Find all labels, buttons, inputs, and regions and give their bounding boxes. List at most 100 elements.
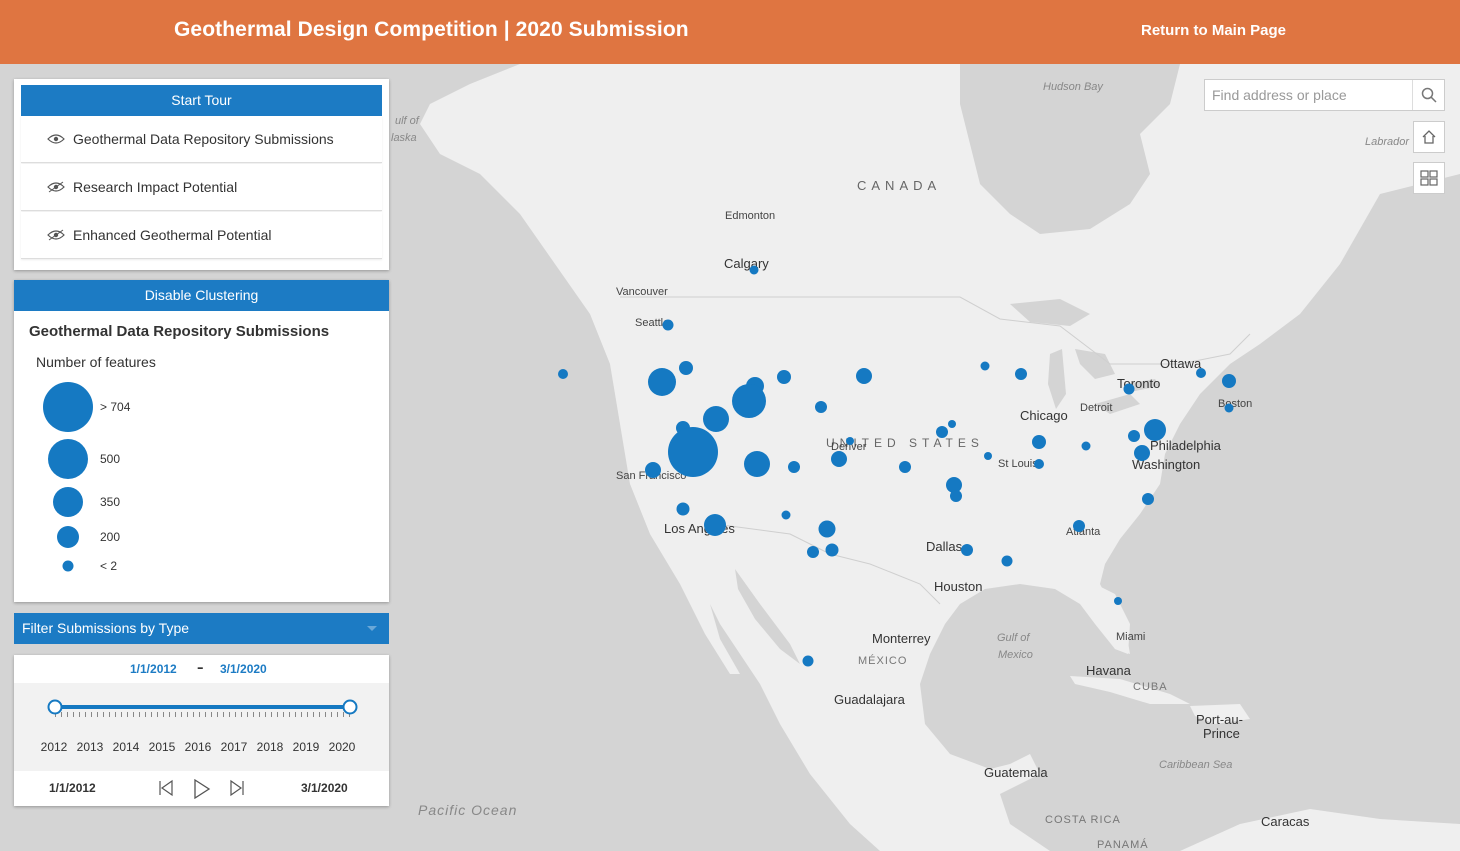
submission-cluster[interactable] (788, 461, 800, 473)
legend-class-label: 200 (100, 530, 121, 544)
label-guatemala: Guatemala (984, 765, 1048, 780)
year-label: 2017 (220, 740, 248, 754)
time-range-header: 1/1/2012 – 3/1/2020 (14, 655, 389, 683)
submission-cluster[interactable] (749, 265, 759, 275)
filter-dropdown[interactable]: Filter Submissions by Type (14, 613, 389, 644)
submission-cluster[interactable] (662, 319, 674, 331)
slider-end-handle[interactable] (342, 699, 358, 715)
label-gulf-alaska-1: ulf of (395, 115, 419, 127)
legend-class-label: 350 (100, 495, 121, 509)
label-guadalajara: Guadalajara (834, 692, 905, 707)
submission-cluster[interactable] (980, 361, 990, 371)
submission-cluster[interactable] (645, 462, 661, 478)
submission-cluster[interactable] (558, 369, 568, 379)
submission-cluster[interactable] (744, 451, 770, 477)
time-slider: 1/1/2012 – 3/1/2020 2012 2013 2014 2015 2016… (14, 655, 389, 806)
header-bar: Geothermal Design Competition | 2020 Sub… (0, 0, 1460, 64)
submission-cluster[interactable] (1128, 430, 1140, 442)
tour-item-repository[interactable]: Geothermal Data Repository Submissions (21, 116, 382, 163)
year-label: 2014 (112, 740, 140, 754)
submission-cluster[interactable] (781, 510, 791, 520)
submission-cluster[interactable] (807, 546, 819, 558)
submission-cluster[interactable] (1001, 555, 1013, 567)
submission-cluster[interactable] (899, 461, 911, 473)
submission-cluster[interactable] (856, 368, 872, 384)
year-label: 2015 (148, 740, 176, 754)
year-label: 2012 (40, 740, 68, 754)
slider-ticks (55, 712, 350, 717)
tour-item-enhanced-geothermal[interactable]: Enhanced Geothermal Potential (21, 212, 382, 259)
home-icon (1422, 130, 1436, 144)
basemap-gallery-button[interactable] (1413, 162, 1445, 194)
submission-cluster[interactable] (1123, 383, 1135, 395)
return-main-link[interactable]: Return to Main Page (1141, 22, 1286, 39)
start-tour-button[interactable]: Start Tour (21, 85, 382, 116)
legend-symbol (43, 382, 93, 432)
submission-cluster[interactable] (961, 544, 973, 556)
label-philadelphia: Philadelphia (1150, 438, 1221, 453)
submission-cluster[interactable] (1032, 435, 1046, 449)
submission-cluster[interactable] (1073, 520, 1085, 532)
year-label: 2018 (256, 740, 284, 754)
slider-start-handle[interactable] (47, 699, 63, 715)
tour-item-label: Enhanced Geothermal Potential (73, 227, 272, 243)
submission-cluster[interactable] (1196, 368, 1206, 378)
next-icon[interactable] (229, 779, 245, 797)
label-caracas: Caracas (1261, 814, 1310, 829)
submission-cluster[interactable] (1134, 445, 1150, 461)
label-boston: Boston (1218, 398, 1253, 410)
label-gulf-mexico-2: Mexico (998, 649, 1033, 661)
submission-cluster[interactable] (1114, 597, 1122, 605)
label-port-au-prince-2: Prince (1203, 726, 1240, 741)
year-label: 2019 (292, 740, 320, 754)
submission-cluster[interactable] (846, 437, 854, 445)
legend-symbol (53, 487, 83, 517)
submission-cluster[interactable] (936, 426, 948, 438)
submission-cluster[interactable] (679, 361, 693, 375)
submission-cluster[interactable] (668, 427, 718, 477)
label-mexico: MÉXICO (858, 655, 908, 667)
submission-cluster[interactable] (1034, 459, 1044, 469)
submission-cluster[interactable] (1224, 403, 1234, 413)
submission-cluster[interactable] (948, 420, 956, 428)
disable-clustering-button[interactable]: Disable Clustering (14, 280, 389, 311)
submission-cluster[interactable] (802, 655, 814, 667)
submission-cluster[interactable] (984, 452, 992, 460)
submission-cluster[interactable] (831, 451, 847, 467)
play-icon[interactable] (193, 779, 211, 799)
label-st-louis: St Louis (998, 458, 1038, 470)
label-miami: Miami (1116, 631, 1146, 643)
label-cuba: CUBA (1133, 681, 1168, 693)
current-start-date: 1/1/2012 (49, 781, 96, 795)
submission-cluster[interactable] (676, 502, 690, 516)
home-button[interactable] (1413, 121, 1445, 153)
search-button[interactable] (1412, 80, 1444, 110)
submission-cluster[interactable] (1142, 493, 1154, 505)
slider-track[interactable] (55, 705, 350, 709)
legend-class-label: < 2 (100, 559, 118, 573)
label-calgary: Calgary (724, 256, 769, 271)
submission-cluster[interactable] (648, 368, 676, 396)
submission-cluster[interactable] (1144, 419, 1166, 441)
submission-cluster[interactable] (703, 406, 729, 432)
label-panama: PANAMÁ (1097, 839, 1149, 851)
submission-cluster[interactable] (825, 543, 839, 557)
submission-cluster[interactable] (1081, 441, 1091, 451)
label-dallas: Dallas (926, 539, 963, 554)
submission-cluster[interactable] (818, 520, 836, 538)
tour-item-research-impact[interactable]: Research Impact Potential (21, 164, 382, 211)
submission-cluster[interactable] (1222, 374, 1236, 388)
search-input[interactable]: Find address or place (1205, 80, 1413, 110)
submission-cluster[interactable] (732, 384, 766, 418)
range-start-date: 1/1/2012 (130, 662, 177, 676)
submission-cluster[interactable] (704, 514, 726, 536)
label-costa-rica: COSTA RICA (1045, 814, 1121, 826)
current-end-date: 3/1/2020 (301, 781, 348, 795)
submission-cluster[interactable] (815, 401, 827, 413)
submission-cluster[interactable] (777, 370, 791, 384)
submission-cluster[interactable] (950, 490, 962, 502)
filter-label: Filter Submissions by Type (22, 620, 190, 636)
previous-icon[interactable] (158, 779, 174, 797)
submission-cluster[interactable] (1015, 368, 1027, 380)
legend-symbol (57, 526, 79, 548)
